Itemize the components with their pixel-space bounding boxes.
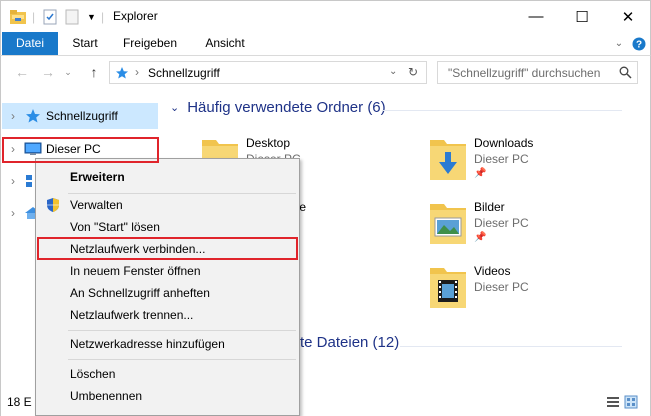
search-input[interactable]: "Schnellzugriff" durchsuchen	[437, 61, 638, 84]
menu-item-label: Netzwerkadresse hinzufügen	[70, 337, 225, 351]
breadcrumb-separator-icon: ›	[135, 65, 139, 79]
videos-folder-icon	[430, 268, 466, 308]
forward-button[interactable]: →	[39, 63, 57, 81]
menu-item-netzwerkadresse-hinzufuegen[interactable]: Netzwerkadresse hinzufügen	[38, 333, 297, 355]
tab-ansicht[interactable]: Ansicht	[197, 32, 253, 55]
menu-separator	[68, 330, 296, 331]
help-icon[interactable]: ?	[631, 32, 647, 55]
highlight-netzlaufwerk-verbinden	[37, 237, 298, 260]
expand-ribbon-icon[interactable]: ⌄	[612, 32, 626, 55]
uac-shield-icon	[47, 198, 59, 212]
group-header-recent-files[interactable]: te Dateien (12)	[300, 334, 399, 351]
nav-item-label: Schnellzugriff	[46, 109, 118, 123]
context-menu: Erweitern Verwalten Von "Start" lösen Ne…	[35, 158, 300, 416]
pin-icon: 📌	[474, 168, 487, 179]
large-icons-view-icon[interactable]	[624, 395, 638, 409]
downloads-folder-icon	[430, 140, 466, 180]
menu-item-umbenennen[interactable]: Umbenennen	[38, 385, 297, 407]
menu-item-label: Umbenennen	[70, 389, 143, 403]
chevron-right-icon[interactable]: ›	[2, 109, 24, 123]
menu-separator	[68, 359, 296, 360]
folder-tile-downloads[interactable]: Downloads Dieser PC 📌	[430, 134, 630, 190]
address-row: ← → ⌄ ↑ › Schnellzugriff ⌄ ↻ "Schnellzug…	[0, 56, 651, 90]
tab-freigeben[interactable]: Freigeben	[115, 32, 185, 55]
search-icon	[619, 66, 632, 79]
menu-item-netzlaufwerk-trennen[interactable]: Netzlaufwerk trennen...	[38, 304, 297, 326]
star-icon	[116, 67, 128, 79]
folder-name: Desktop	[246, 136, 291, 150]
highlight-dieser-pc	[2, 137, 159, 163]
minimize-button[interactable]: —	[513, 1, 559, 32]
menu-item-label: An Schnellzugriff anheften	[70, 286, 210, 300]
group-divider	[382, 110, 622, 111]
up-button[interactable]: ↑	[85, 63, 103, 81]
menu-item-an-schnellzugriff-anheften[interactable]: An Schnellzugriff anheften	[38, 282, 297, 304]
tab-start[interactable]: Start	[63, 32, 107, 55]
folder-app-icon	[9, 8, 27, 26]
group-divider	[400, 346, 622, 347]
recent-locations-button[interactable]: ⌄	[59, 63, 77, 81]
svg-text:?: ?	[636, 40, 642, 51]
properties-icon[interactable]	[42, 8, 58, 26]
group-header-frequent-folders[interactable]: ⌄ Häufig verwendete Ordner (6)	[170, 99, 386, 116]
menu-item-label: Von "Start" lösen	[70, 220, 160, 234]
status-item-count: 18 E	[7, 395, 32, 409]
pin-icon: 📌	[474, 232, 487, 243]
folder-location: Dieser PC	[474, 280, 529, 294]
chevron-right-icon[interactable]: ›	[2, 174, 24, 188]
tab-datei[interactable]: Datei	[2, 32, 58, 55]
menu-item-erweitern[interactable]: Erweitern	[38, 166, 297, 188]
menu-item-label: Netzlaufwerk trennen...	[70, 308, 194, 322]
title-bar: | ▼ | Explorer — ☐ ✕	[0, 0, 651, 32]
address-bar[interactable]: › Schnellzugriff ⌄ ↻	[109, 61, 427, 84]
search-placeholder: "Schnellzugriff" durchsuchen	[448, 66, 601, 80]
pictures-folder-icon	[430, 204, 466, 244]
breadcrumb-schnellzugriff[interactable]: Schnellzugriff	[148, 66, 220, 80]
menu-item-von-start-loesen[interactable]: Von "Start" lösen	[38, 216, 297, 238]
folder-name: Bilder	[474, 200, 505, 214]
menu-item-label: In neuem Fenster öffnen	[70, 264, 201, 278]
maximize-button[interactable]: ☐	[559, 1, 605, 32]
ribbon-tabs: Datei Start Freigeben Ansicht ⌄ ?	[0, 32, 651, 56]
menu-item-label: Verwalten	[70, 198, 123, 212]
details-view-icon[interactable]	[606, 395, 620, 409]
customize-quick-access-icon[interactable]: ▼	[87, 8, 96, 26]
menu-item-loeschen[interactable]: Löschen	[38, 363, 297, 385]
window-title: Explorer	[113, 9, 158, 23]
folder-name: Downloads	[474, 136, 534, 150]
folder-tile-bilder[interactable]: Bilder Dieser PC 📌	[430, 198, 630, 254]
menu-item-label: Erweitern	[70, 170, 125, 184]
folder-location: Dieser PC	[474, 152, 529, 166]
chevron-down-icon: ⌄	[170, 102, 180, 114]
star-icon	[26, 109, 40, 123]
toolbar-separator: |	[32, 10, 36, 24]
menu-item-in-neuem-fenster-oeffnen[interactable]: In neuem Fenster öffnen	[38, 260, 297, 282]
refresh-icon[interactable]: ↻	[408, 65, 418, 79]
chevron-right-icon[interactable]: ›	[2, 206, 24, 220]
folder-tile-videos[interactable]: Videos Dieser PC	[430, 262, 630, 318]
close-button[interactable]: ✕	[605, 1, 651, 32]
address-dropdown-icon[interactable]: ⌄	[389, 66, 397, 77]
toolbar-separator: |	[101, 10, 105, 24]
menu-item-verwalten[interactable]: Verwalten	[38, 194, 297, 216]
folder-name: Videos	[474, 264, 511, 278]
nav-item-schnellzugriff[interactable]: › Schnellzugriff	[2, 103, 158, 129]
new-folder-icon[interactable]	[65, 8, 79, 26]
menu-item-label: Löschen	[70, 367, 116, 381]
back-button[interactable]: ←	[13, 63, 31, 81]
group-header-label: Häufig verwendete Ordner (6)	[187, 99, 386, 116]
group-header-label: te Dateien (12)	[300, 334, 400, 351]
folder-location: Dieser PC	[474, 216, 529, 230]
